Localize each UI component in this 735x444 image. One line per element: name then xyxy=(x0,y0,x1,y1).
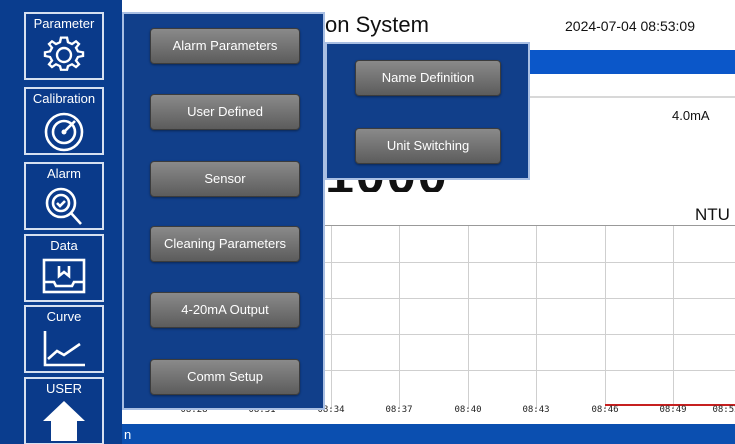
inbox-icon xyxy=(42,258,86,294)
sidebar-item-alarm[interactable]: Alarm xyxy=(24,162,104,230)
measurement-unit: NTU xyxy=(695,205,730,224)
sidebar-item-curve[interactable]: Curve xyxy=(24,305,104,373)
sidebar-item-label: Curve xyxy=(46,309,82,324)
alarm-parameters-button[interactable]: Alarm Parameters xyxy=(150,28,300,64)
grid-line xyxy=(673,226,674,408)
current-output-value: 4.0mA xyxy=(672,108,710,123)
x-tick-label: 08:46 xyxy=(591,405,619,415)
sidebar-item-calibration[interactable]: Calibration xyxy=(24,87,104,155)
output-4-20ma-button[interactable]: 4-20mA Output xyxy=(150,292,300,328)
user-defined-button[interactable]: User Defined xyxy=(150,94,300,130)
x-tick-label: 08:43 xyxy=(522,405,550,415)
grid-line xyxy=(468,226,469,408)
sensor-button[interactable]: Sensor xyxy=(150,161,300,197)
datetime-display: 2024-07-04 08:53:09 xyxy=(565,18,695,34)
app-title: on System xyxy=(325,12,429,37)
sidebar-item-label: Parameter xyxy=(33,16,95,31)
sidebar-item-label: Alarm xyxy=(47,166,81,181)
sidebar-item-parameter[interactable]: Parameter xyxy=(24,12,104,80)
sidebar-item-user[interactable]: USER xyxy=(24,377,104,444)
gauge-icon xyxy=(44,112,84,152)
x-tick-label: 08:49 xyxy=(659,405,687,415)
sidebar-item-label: USER xyxy=(45,381,83,396)
name-definition-button[interactable]: Name Definition xyxy=(355,60,501,96)
x-tick-label: 08:40 xyxy=(454,405,482,415)
home-icon xyxy=(43,401,85,441)
sidebar-item-data[interactable]: Data xyxy=(24,234,104,302)
gear-icon xyxy=(43,36,85,71)
grid-line xyxy=(536,226,537,408)
grid-line xyxy=(331,226,332,408)
parameter-menu: Alarm Parameters User Defined Sensor Cle… xyxy=(122,12,325,410)
line-chart-icon xyxy=(43,331,85,367)
unit-switching-button[interactable]: Unit Switching xyxy=(355,128,501,164)
grid-line xyxy=(605,226,606,408)
user-defined-submenu: Name Definition Unit Switching xyxy=(325,42,530,180)
x-tick-label: 08:52 xyxy=(712,405,735,415)
cleaning-parameters-button[interactable]: Cleaning Parameters xyxy=(150,226,300,262)
comm-setup-button[interactable]: Comm Setup xyxy=(150,359,300,395)
sidebar: Parameter Calibration Alarm Data Curve U… xyxy=(0,0,122,444)
alarm-magnifier-icon xyxy=(45,187,82,225)
sidebar-item-label: Calibration xyxy=(32,91,96,106)
sidebar-item-label: Data xyxy=(50,238,78,253)
x-tick-label: 08:37 xyxy=(385,405,413,415)
grid-line xyxy=(399,226,400,408)
status-text: n xyxy=(124,427,132,442)
